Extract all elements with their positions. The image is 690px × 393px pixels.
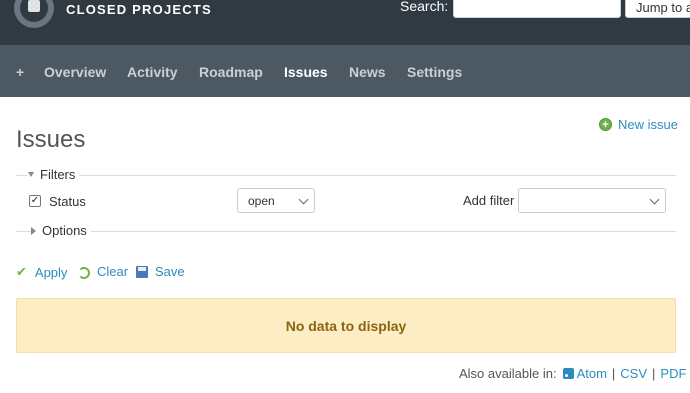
search-label: Search: xyxy=(400,0,449,14)
clear-label[interactable]: Clear xyxy=(97,264,128,279)
collapse-arrow-icon xyxy=(28,172,34,177)
separator: | xyxy=(652,366,656,381)
apply-label[interactable]: Apply xyxy=(35,265,68,280)
checkmark-icon: ✔ xyxy=(16,264,27,279)
new-issue-link[interactable]: + New issue xyxy=(599,117,678,132)
no-data-notice: No data to display xyxy=(16,298,676,353)
main-menu: + Overview Activity Roadmap Issues News … xyxy=(0,45,690,97)
filters-legend[interactable]: Filters xyxy=(28,167,80,182)
no-data-text: No data to display xyxy=(285,317,407,334)
nav-new-object[interactable]: + xyxy=(16,64,24,80)
export-formats: Also available in: Atom | CSV | PDF xyxy=(459,366,686,381)
export-pdf-link[interactable]: PDF xyxy=(660,366,686,381)
separator: | xyxy=(611,366,616,381)
tab-issues[interactable]: Issues xyxy=(284,64,328,80)
options-legend-label: Options xyxy=(42,223,87,238)
filters-divider xyxy=(16,175,676,176)
save-label[interactable]: Save xyxy=(155,264,185,279)
jump-to-project-select[interactable]: Jump to a xyxy=(625,0,690,18)
page-title: Issues xyxy=(16,126,86,153)
status-filter-label[interactable]: Status xyxy=(49,194,86,209)
chevron-down-icon xyxy=(649,194,660,205)
options-legend[interactable]: Options xyxy=(31,223,91,238)
chevron-down-icon xyxy=(298,194,309,205)
expand-arrow-icon xyxy=(31,226,36,235)
save-icon xyxy=(136,265,148,278)
add-icon: + xyxy=(599,118,612,131)
filters-legend-label: Filters xyxy=(40,167,76,182)
top-header: CLOSED PROJECTS Search: Jump to a xyxy=(0,0,690,45)
export-csv-link[interactable]: CSV xyxy=(620,366,647,381)
clear-button[interactable]: Clear xyxy=(78,264,128,279)
tab-news[interactable]: News xyxy=(349,64,386,80)
tab-roadmap[interactable]: Roadmap xyxy=(199,64,263,80)
reload-icon xyxy=(78,266,90,279)
project-title[interactable]: CLOSED PROJECTS xyxy=(66,2,212,17)
also-available-label: Also available in: xyxy=(459,366,557,381)
tab-activity[interactable]: Activity xyxy=(127,64,178,80)
tab-settings[interactable]: Settings xyxy=(407,64,462,80)
status-filter-checkbox[interactable]: ✓ xyxy=(29,195,41,207)
rss-icon xyxy=(562,368,574,379)
logo-mark xyxy=(28,0,40,12)
tab-overview[interactable]: Overview xyxy=(44,64,106,80)
add-filter-select[interactable] xyxy=(518,188,666,213)
status-operator-select[interactable]: open xyxy=(237,188,315,213)
status-select-value: open xyxy=(248,194,275,208)
new-issue-label[interactable]: New issue xyxy=(618,117,678,132)
apply-button[interactable]: ✔ Apply xyxy=(16,264,67,280)
export-atom-link[interactable]: Atom xyxy=(577,366,607,381)
save-button[interactable]: Save xyxy=(136,264,185,279)
add-filter-label: Add filter xyxy=(463,193,515,208)
search-input[interactable] xyxy=(453,0,621,18)
options-divider xyxy=(16,231,676,232)
